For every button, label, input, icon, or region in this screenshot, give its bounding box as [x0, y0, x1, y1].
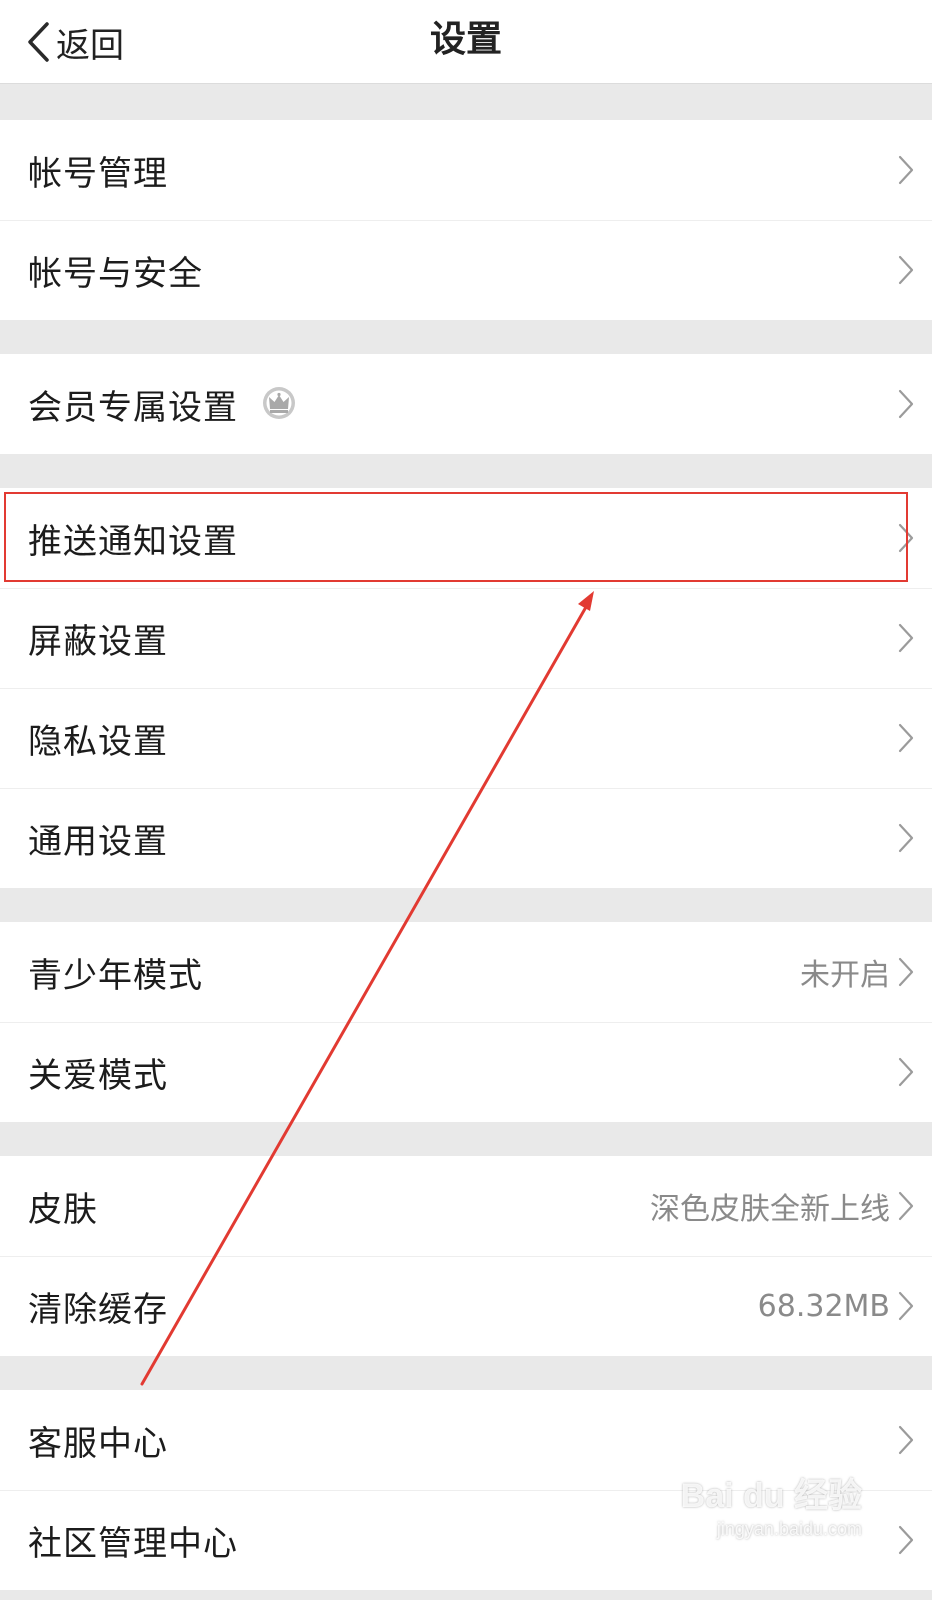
row-clear-cache[interactable]: 清除缓存 68.32MB: [0, 1256, 932, 1356]
row-member-settings[interactable]: 会员专属设置: [0, 354, 932, 454]
row-value: 68.32MB: [757, 1288, 890, 1324]
chevron-right-icon: [898, 255, 914, 285]
settings-group-appearance: 皮肤 深色皮肤全新上线 清除缓存 68.32MB: [0, 1156, 932, 1356]
row-label: 客服中心: [28, 1423, 168, 1464]
chevron-right-icon: [898, 957, 914, 987]
row-label: 帐号管理: [28, 153, 168, 194]
row-general-settings[interactable]: 通用设置: [0, 788, 932, 888]
row-block-settings[interactable]: 屏蔽设置: [0, 588, 932, 688]
row-label: 帐号与安全: [28, 253, 203, 294]
row-label: 青少年模式: [28, 955, 203, 996]
watermark: Bai du 经验 jingyan.baidu.com: [681, 1468, 862, 1540]
row-label: 屏蔽设置: [28, 621, 168, 662]
watermark-logo: Bai du 经验: [680, 1477, 862, 1515]
settings-group-member: 会员专属设置: [0, 354, 932, 454]
settings-group-modes: 青少年模式 未开启 关爱模式: [0, 922, 932, 1122]
row-label: 关爱模式: [28, 1055, 168, 1096]
chevron-right-icon: [898, 623, 914, 653]
row-account-security[interactable]: 帐号与安全: [0, 220, 932, 320]
row-label: 隐私设置: [28, 721, 168, 762]
chevron-right-icon: [898, 1425, 914, 1455]
nav-bar: 返回 设置: [0, 0, 932, 84]
row-skin[interactable]: 皮肤 深色皮肤全新上线: [0, 1156, 932, 1256]
chevron-right-icon: [898, 723, 914, 753]
row-label: 清除缓存: [28, 1289, 168, 1330]
chevron-right-icon: [898, 1057, 914, 1087]
row-label: 通用设置: [28, 821, 168, 862]
row-teen-mode[interactable]: 青少年模式 未开启: [0, 922, 932, 1022]
crown-icon: [260, 386, 298, 422]
row-label: 会员专属设置: [28, 387, 238, 428]
chevron-right-icon: [898, 389, 914, 419]
row-push-notification-settings[interactable]: 推送通知设置: [0, 488, 932, 588]
chevron-right-icon: [898, 1291, 914, 1321]
row-label: 推送通知设置: [28, 521, 238, 562]
chevron-right-icon: [898, 155, 914, 185]
page-title: 设置: [429, 19, 502, 60]
row-value: 未开启: [800, 958, 890, 993]
chevron-right-icon: [898, 1191, 914, 1221]
row-value: 深色皮肤全新上线: [650, 1192, 890, 1227]
row-label: 社区管理中心: [28, 1523, 238, 1564]
chevron-right-icon: [898, 523, 914, 553]
row-account-management[interactable]: 帐号管理: [0, 120, 932, 220]
row-label: 皮肤: [28, 1189, 98, 1230]
chevron-right-icon: [898, 823, 914, 853]
watermark-url: jingyan.baidu.com: [716, 1519, 862, 1539]
chevron-right-icon: [898, 1525, 914, 1555]
settings-group-general: 推送通知设置 屏蔽设置 隐私设置 通用设置: [0, 488, 932, 888]
settings-group-account: 帐号管理 帐号与安全: [0, 120, 932, 320]
row-care-mode[interactable]: 关爱模式: [0, 1022, 932, 1122]
row-privacy-settings[interactable]: 隐私设置: [0, 688, 932, 788]
